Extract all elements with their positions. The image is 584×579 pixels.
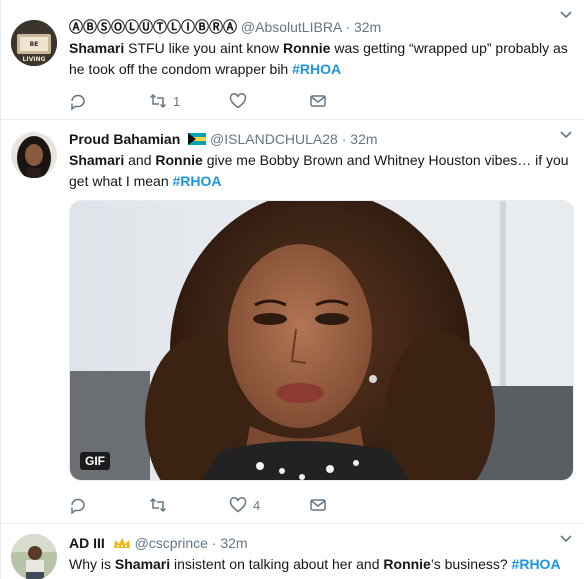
like-count: 4 (253, 497, 261, 513)
timestamp[interactable]: 32m (220, 535, 247, 551)
avatar-image (11, 132, 57, 178)
handle[interactable]: @cscprince (135, 535, 208, 551)
reply-icon (71, 94, 85, 110)
highlighted-term: Shamari (114, 556, 171, 572)
tweet-header: ⒶⒷⓈⓄⓁⓊⓉⓁⒾⒷⓇⒶ @AbsolutLIBRA · 32m (69, 18, 573, 36)
avatar[interactable] (11, 132, 57, 178)
like-button[interactable]: 4 (229, 494, 309, 516)
hashtag-link[interactable]: #RHOA (292, 61, 341, 77)
separator-dot: · (341, 131, 347, 147)
timestamp[interactable]: 32m (354, 19, 381, 35)
retweet-icon (149, 93, 167, 109)
crown-icon (113, 538, 130, 548)
tweet-content: Proud Bahamian @ISLANDCHULA28 · 32m Sham… (69, 130, 573, 192)
text-segment: ’s business? (430, 556, 512, 572)
like-button[interactable] (229, 90, 309, 112)
caret-down-icon[interactable] (559, 8, 573, 22)
tweet-content: ⒶⒷⓈⓄⓁⓊⓉⓁⒾⒷⓇⒶ @AbsolutLIBRA · 32m Shamari… (69, 18, 573, 80)
separator-dot: · (211, 535, 217, 551)
display-name[interactable]: ⒶⒷⓈⓄⓁⓊⓉⓁⒾⒷⓇⒶ (69, 19, 237, 35)
reply-button[interactable] (69, 90, 149, 112)
text-segment: and (124, 152, 156, 168)
retweet-button[interactable]: 1 (149, 90, 229, 112)
like-icon (229, 497, 247, 513)
tweet-actions: 1 (69, 90, 389, 112)
caret-down-icon[interactable] (559, 532, 573, 546)
gif-badge: GIF (80, 452, 110, 470)
avatar-text-top: BE (30, 41, 39, 48)
tweet-2[interactable]: Proud Bahamian @ISLANDCHULA28 · 32m Sham… (1, 120, 584, 524)
dm-icon (310, 499, 326, 511)
highlighted-term: Ronnie (155, 152, 203, 168)
reply-button[interactable] (69, 494, 149, 516)
gif-image (70, 201, 573, 480)
timestamp[interactable]: 32m (350, 131, 377, 147)
tweet-3[interactable]: AD III @cscprince · 32m Why is Shamari i… (1, 524, 584, 579)
hashtag-link[interactable]: #RHOA (512, 556, 561, 572)
retweet-button[interactable] (149, 494, 229, 516)
like-icon (229, 93, 247, 109)
separator-dot: · (345, 19, 351, 35)
display-name[interactable]: Proud Bahamian (69, 131, 180, 147)
retweet-icon (149, 497, 167, 513)
tweet-text: Shamari STFU like you aint know Ronnie w… (69, 38, 573, 80)
dm-button[interactable] (309, 494, 389, 516)
highlighted-term: Shamari (69, 152, 125, 168)
tweet-1[interactable]: BE LIVING ⒶⒷⓈⓄⓁⓊⓉⓁⒾⒷⓇⒶ @AbsolutLIBRA · 3… (1, 0, 584, 120)
reply-icon (71, 498, 85, 514)
avatar-image: BE LIVING (11, 20, 57, 66)
highlighted-term: Shamari (69, 40, 125, 56)
tweet-header: Proud Bahamian @ISLANDCHULA28 · 32m (69, 130, 573, 148)
handle[interactable]: @AbsolutLIBRA (241, 19, 342, 35)
dm-button[interactable] (309, 90, 389, 112)
hashtag-link[interactable]: #RHOA (173, 173, 222, 189)
caret-down-icon[interactable] (559, 128, 573, 142)
tweet-header: AD III @cscprince · 32m (69, 534, 573, 552)
dm-icon (310, 95, 326, 107)
highlighted-term: Ronnie (282, 40, 331, 56)
tweet-text: Why is Shamari insistent on talking abou… (69, 554, 573, 575)
tweet-content: AD III @cscprince · 32m Why is Shamari i… (69, 534, 573, 575)
retweet-count: 1 (173, 93, 181, 109)
handle[interactable]: @ISLANDCHULA28 (210, 131, 338, 147)
avatar[interactable]: BE LIVING (11, 20, 57, 66)
text-segment: insistent on talking about her and (170, 556, 384, 572)
tweet-actions: 4 (69, 494, 389, 516)
avatar[interactable] (11, 534, 57, 579)
display-name[interactable]: AD III (69, 535, 105, 551)
text-segment: Why is (69, 556, 115, 572)
gif-media[interactable]: GIF (69, 200, 574, 481)
avatar-text-mid: LIVING (23, 56, 46, 63)
tweet-timeline: BE LIVING ⒶⒷⓈⓄⓁⓊⓉⓁⒾⒷⓇⒶ @AbsolutLIBRA · 3… (0, 0, 584, 579)
bahamas-flag-icon (188, 133, 207, 145)
avatar-image (11, 534, 57, 579)
highlighted-term: Ronnie (383, 556, 431, 572)
text-segment: STFU like you aint know (124, 40, 283, 56)
tweet-text: Shamari and Ronnie give me Bobby Brown a… (69, 150, 573, 192)
